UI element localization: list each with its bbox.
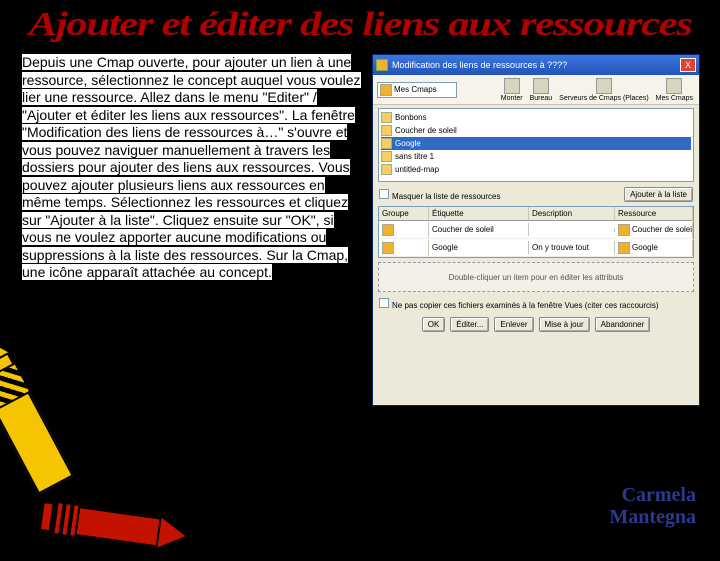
nav-up-button[interactable]: Monter	[499, 78, 525, 102]
up-icon	[504, 78, 520, 94]
nav-servers-button[interactable]: Serveurs de Cmaps (Places)	[557, 78, 650, 102]
globe-icon	[596, 78, 612, 94]
table-row[interactable]: Coucher de soleil Coucher de soleil	[379, 221, 693, 239]
red-crayon-decoration	[38, 493, 203, 561]
toolbar: Mes Cmaps Monter Bureau Serveurs de Cmap…	[373, 75, 699, 105]
web-icon	[382, 242, 394, 254]
tree-item[interactable]: Coucher de soleil	[381, 124, 691, 137]
add-to-list-button[interactable]: Ajouter à la liste	[624, 187, 693, 202]
image-icon	[382, 224, 394, 236]
dialog-window: Modification des liens de ressources à ?…	[372, 54, 700, 406]
col-desc[interactable]: Description	[529, 207, 615, 221]
nav-desktop-button[interactable]: Bureau	[528, 78, 555, 102]
folder-icon	[380, 84, 392, 96]
resource-tree[interactable]: Bonbons Coucher de soleil Google sans ti…	[378, 108, 694, 182]
cancel-button[interactable]: Abandonner	[595, 317, 651, 332]
instruction-paragraph: Depuis une Cmap ouverte, pour ajouter un…	[22, 54, 362, 406]
web-icon	[618, 242, 630, 254]
file-icon	[381, 164, 392, 175]
tree-item-selected[interactable]: Google	[381, 137, 691, 150]
desktop-icon	[533, 78, 549, 94]
resources-table: Groupe Étiquette Description Ressource C…	[378, 206, 694, 258]
edit-button[interactable]: Éditer...	[450, 317, 489, 332]
col-res[interactable]: Ressource	[615, 207, 693, 221]
paragraph-text: Depuis une Cmap ouverte, pour ajouter un…	[22, 54, 361, 280]
address-label: Mes Cmaps	[394, 85, 437, 94]
title-text: Ajouter et éditer des liens aux ressourc…	[29, 6, 692, 44]
checkbox-icon	[379, 189, 389, 199]
tree-item[interactable]: Bonbons	[381, 111, 691, 124]
file-icon	[381, 125, 392, 136]
page-title: Ajouter et éditer des liens aux ressourc…	[0, 0, 720, 46]
delete-button[interactable]: Enlever	[494, 317, 533, 332]
col-label[interactable]: Étiquette	[429, 207, 529, 221]
tree-item[interactable]: sans titre 1	[381, 150, 691, 163]
ok-button[interactable]: OK	[422, 317, 446, 332]
nav-mycmaps-button[interactable]: Mes Cmaps	[654, 78, 695, 102]
copy-checkbox[interactable]: Ne pas copier ces fichiers examinés à la…	[379, 298, 658, 310]
tree-item[interactable]: untitled-map	[381, 163, 691, 176]
image-icon	[618, 224, 630, 236]
file-icon	[381, 151, 392, 162]
mask-checkbox[interactable]: Masquer la liste de ressources	[379, 189, 501, 201]
col-group[interactable]: Groupe	[379, 207, 429, 221]
table-row[interactable]: Google On y trouve tout Google	[379, 239, 693, 257]
button-row: OK Éditer... Enlever Mise à jour Abandon…	[373, 312, 699, 337]
checkbox-icon	[379, 298, 389, 308]
cmaps-icon	[666, 78, 682, 94]
window-title: Modification des liens de ressources à ?…	[392, 60, 680, 70]
file-icon	[381, 138, 392, 149]
window-titlebar[interactable]: Modification des liens de ressources à ?…	[373, 55, 699, 75]
close-icon[interactable]: X	[680, 58, 696, 72]
file-icon	[381, 112, 392, 123]
update-button[interactable]: Mise à jour	[539, 317, 590, 332]
window-icon	[376, 59, 388, 71]
drop-hint: Double-cliquer un item pour en éditer le…	[378, 262, 694, 292]
author-signature: CarmelaMantegna	[609, 484, 696, 528]
address-field[interactable]: Mes Cmaps	[377, 82, 457, 98]
